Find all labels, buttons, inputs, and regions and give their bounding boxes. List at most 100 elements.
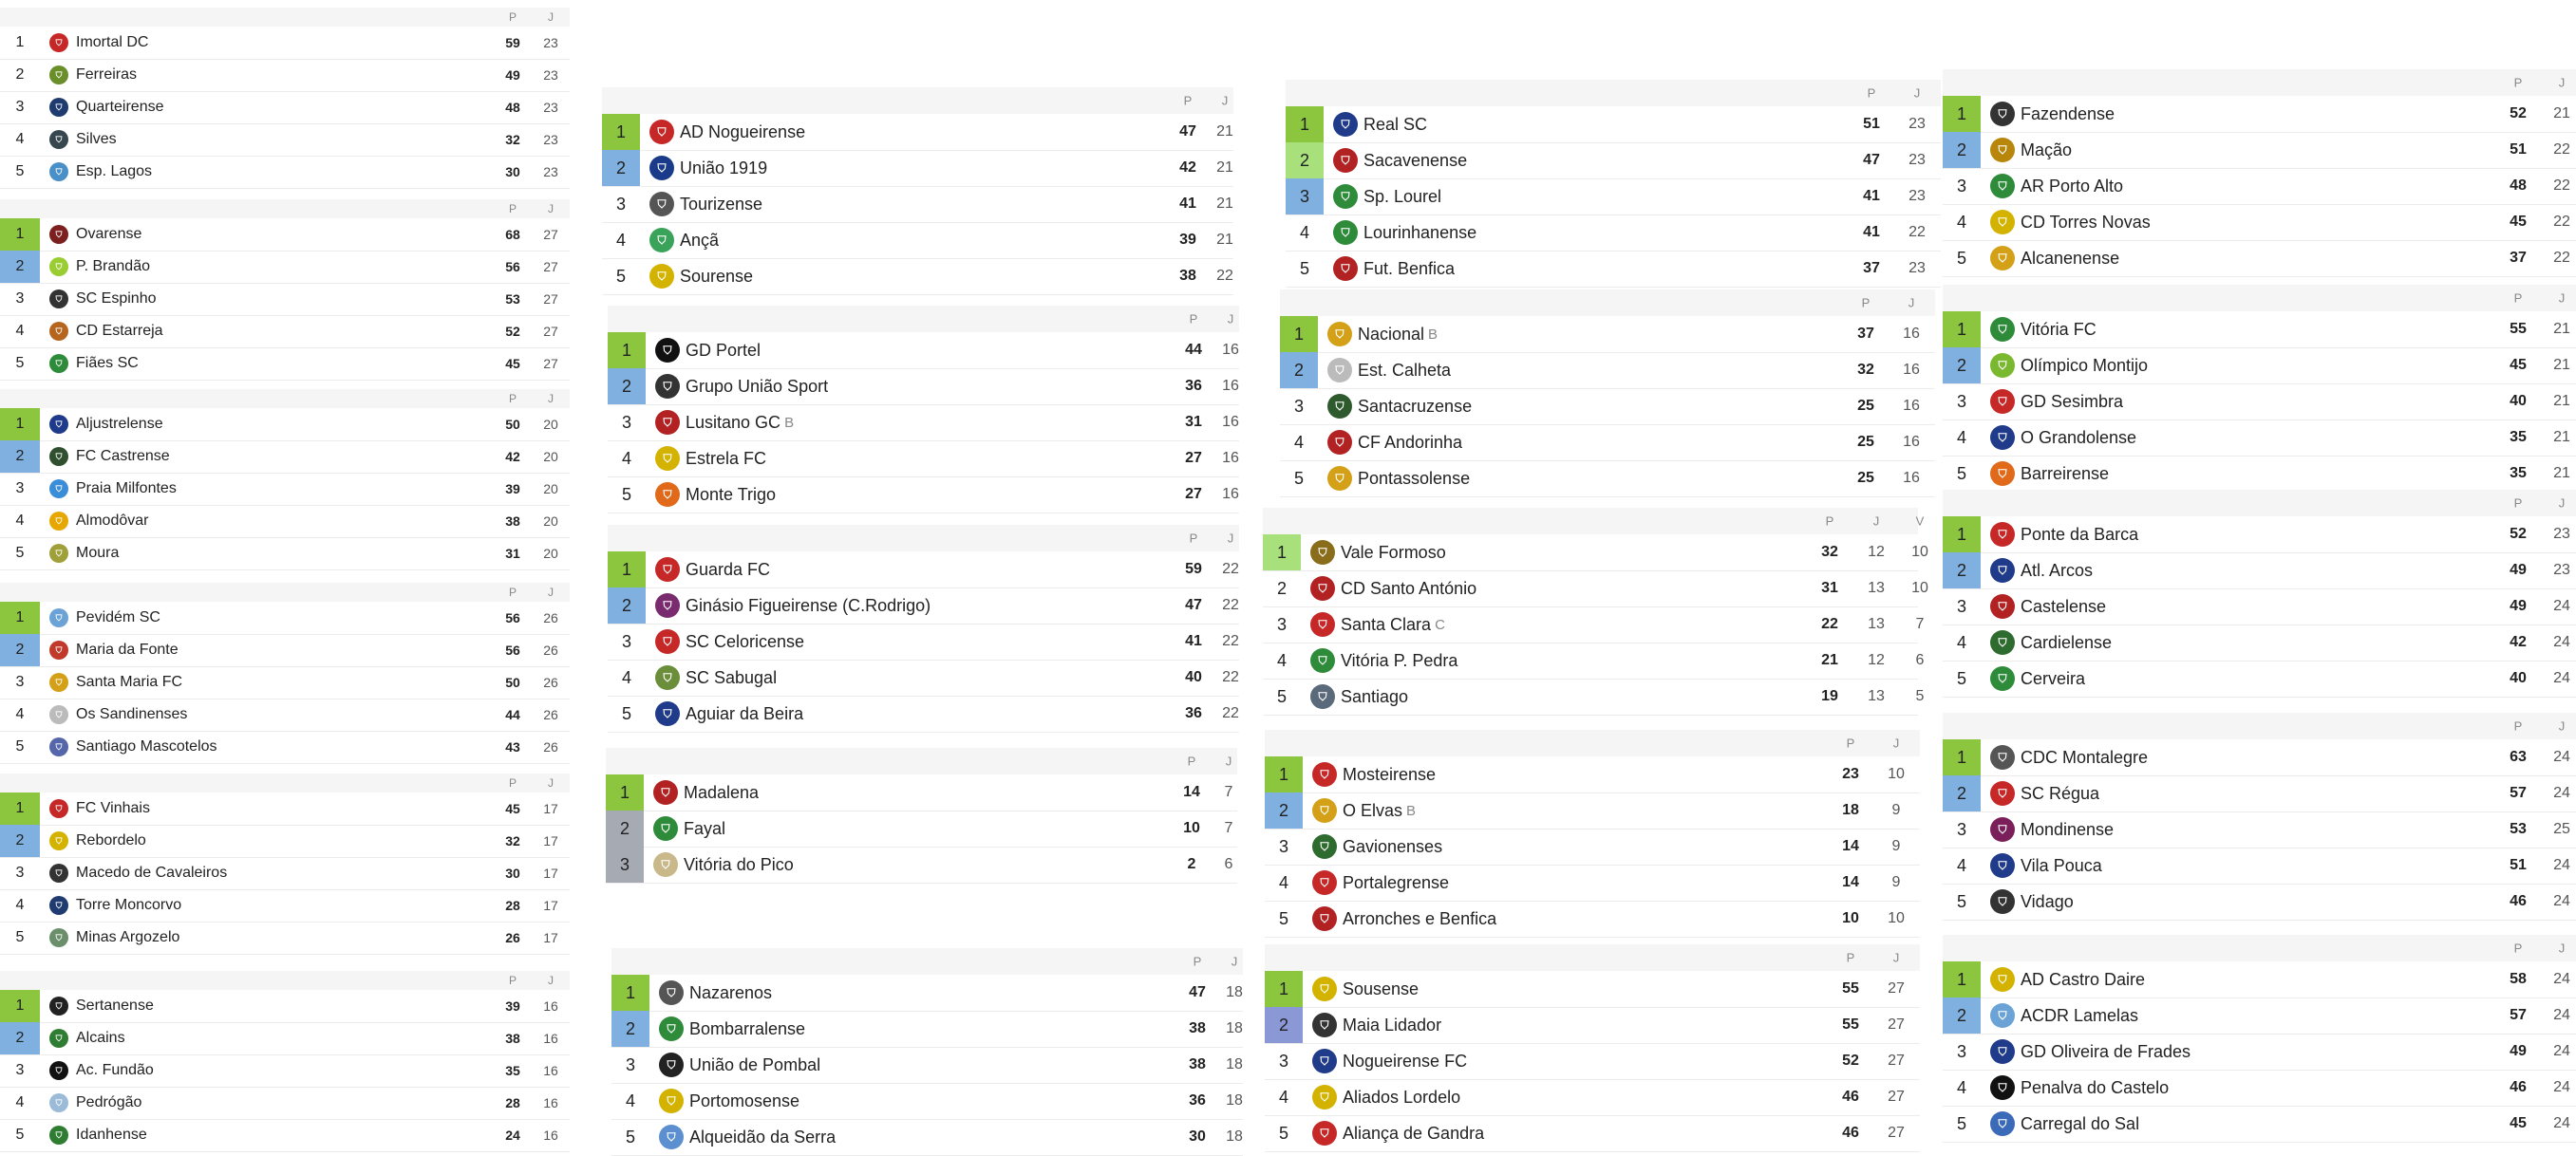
table-row[interactable]: 5 ⛉ Barreirense 35 21 [1943,456,2576,493]
table-row[interactable]: 2 ⛉ Est. Calheta 32 16 [1280,352,1935,389]
table-row[interactable]: 3 ⛉ SC Celoricense 41 22 [608,624,1239,661]
table-row[interactable]: 5 ⛉ Alcanenense 37 22 [1943,240,2576,277]
team-name[interactable]: Vitória P. Pedra [1341,643,1457,679]
team-name[interactable]: Fayal [684,811,725,847]
team-name[interactable]: Real SC [1363,106,1427,142]
team-name[interactable]: AR Porto Alto [2021,168,2123,204]
table-row[interactable]: 3 ⛉ Santa Clara C 22 13 7 [1263,606,1924,643]
team-name[interactable]: Cardielense [2021,625,2112,661]
team-name[interactable]: Fiães SC [76,347,139,380]
team-name[interactable]: Pontassolense [1358,460,1470,496]
table-row[interactable]: 4 ⛉ Silves 32 23 [0,123,570,157]
team-name[interactable]: Esp. Lagos [76,156,152,188]
team-name[interactable]: Tourizense [680,186,762,222]
team-name[interactable]: Vitória FC [2021,311,2097,347]
team-name[interactable]: Ginásio Figueirense (C.Rodrigo) [686,587,931,624]
table-row[interactable]: 3 ⛉ Santacruzense 25 16 [1280,388,1935,425]
team-name[interactable]: Quarteirense [76,91,164,123]
team-name[interactable]: Vale Formoso [1341,534,1446,570]
table-row[interactable]: 4 ⛉ Ançã 39 21 [602,222,1233,259]
table-row[interactable]: 2 ⛉ Grupo União Sport 36 16 [608,368,1239,405]
team-name[interactable]: Nazarenos [689,975,772,1011]
table-row[interactable]: 1 ⛉ AD Nogueirense 47 21 [602,114,1233,151]
table-row[interactable]: 3 ⛉ Lusitano GC B 31 16 [608,404,1239,441]
table-row[interactable]: 5 ⛉ Fiães SC 45 27 [0,347,570,381]
table-row[interactable]: 3 ⛉ Tourizense 41 21 [602,186,1233,223]
table-row[interactable]: 3 ⛉ GD Oliveira de Frades 49 24 [1943,1034,2576,1071]
team-name[interactable]: Alqueidão da Serra [689,1119,836,1155]
table-row[interactable]: 1 ⛉ Mosteirense 23 10 [1265,756,1920,793]
team-name[interactable]: Vitória do Pico [684,847,794,883]
table-row[interactable]: 2 ⛉ Atl. Arcos 49 23 [1943,552,2576,589]
team-name[interactable]: Santa Maria FC [76,666,182,699]
table-row[interactable]: 4 ⛉ Lourinhanense 41 22 [1286,214,1941,252]
table-row[interactable]: 3 ⛉ Ac. Fundão 35 16 [0,1054,570,1088]
table-row[interactable]: 1 ⛉ Vitória FC 55 21 [1943,311,2576,348]
table-row[interactable]: 3 ⛉ Mondinense 53 25 [1943,811,2576,848]
team-name[interactable]: Imortal DC [76,27,148,59]
team-name[interactable]: Lusitano GC B [686,404,794,440]
table-row[interactable]: 1 ⛉ Ovarense 68 27 [0,218,570,252]
table-row[interactable]: 2 ⛉ Ferreiras 49 23 [0,59,570,92]
team-name[interactable]: Olímpico Montijo [2021,347,2148,383]
table-row[interactable]: 5 ⛉ Esp. Lagos 30 23 [0,156,570,189]
table-row[interactable]: 5 ⛉ Aliança de Gandra 46 27 [1265,1115,1920,1152]
table-row[interactable]: 4 ⛉ Portomosense 36 18 [611,1083,1243,1120]
team-name[interactable]: Fazendense [2021,96,2115,132]
table-row[interactable]: 3 ⛉ Sp. Lourel 41 23 [1286,178,1941,215]
team-name[interactable]: ACDR Lamelas [2021,998,2138,1034]
team-name[interactable]: Portalegrense [1343,865,1449,901]
team-name[interactable]: Monte Trigo [686,476,776,513]
team-name[interactable]: AD Castro Daire [2021,961,2145,998]
table-row[interactable]: 5 ⛉ Vidago 46 24 [1943,884,2576,921]
table-row[interactable]: 1 ⛉ Nazarenos 47 18 [611,975,1243,1012]
team-name[interactable]: Alcains [76,1022,125,1054]
team-name[interactable]: Fut. Benfica [1363,251,1455,287]
team-name[interactable]: GD Oliveira de Frades [2021,1034,2191,1070]
team-name[interactable]: P. Brandão [76,251,150,283]
team-name[interactable]: Penalva do Castelo [2021,1070,2169,1106]
table-row[interactable]: 4 ⛉ Vitória P. Pedra 21 12 6 [1263,643,1924,680]
team-name[interactable]: Santacruzense [1358,388,1472,424]
team-name[interactable]: SC Régua [2021,775,2099,811]
table-row[interactable]: 1 ⛉ Aljustrelense 50 20 [0,408,570,441]
team-name[interactable]: Ponte da Barca [2021,516,2138,552]
table-row[interactable]: 2 ⛉ SC Régua 57 24 [1943,775,2576,812]
team-name[interactable]: Santa Clara C [1341,606,1445,643]
team-name[interactable]: Macedo de Cavaleiros [76,857,227,889]
team-name[interactable]: SC Espinho [76,283,157,315]
team-name[interactable]: Ferreiras [76,59,137,91]
table-row[interactable]: 4 ⛉ Torre Moncorvo 28 17 [0,889,570,923]
table-row[interactable]: 4 ⛉ Os Sandinenses 44 26 [0,699,570,732]
table-row[interactable]: 1 ⛉ Sertanense 39 16 [0,990,570,1023]
team-name[interactable]: SC Sabugal [686,660,777,696]
table-row[interactable]: 3 ⛉ Gavionenses 14 9 [1265,829,1920,866]
team-name[interactable]: Os Sandinenses [76,699,187,731]
table-row[interactable]: 3 ⛉ SC Espinho 53 27 [0,283,570,316]
team-name[interactable]: Portomosense [689,1083,799,1119]
team-name[interactable]: Minas Argozelo [76,922,179,954]
table-row[interactable]: 5 ⛉ Aguiar da Beira 36 22 [608,696,1239,733]
team-name[interactable]: AD Nogueirense [680,114,805,150]
table-row[interactable]: 5 ⛉ Moura 31 20 [0,537,570,570]
team-name[interactable]: Sourense [680,258,753,294]
table-row[interactable]: 3 ⛉ Quarteirense 48 23 [0,91,570,124]
table-row[interactable]: 2 ⛉ ACDR Lamelas 57 24 [1943,998,2576,1035]
team-name[interactable]: Mondinense [2021,811,2114,848]
table-row[interactable]: 3 ⛉ Vitória do Pico 2 6 [606,847,1237,884]
table-row[interactable]: 4 ⛉ CD Estarreja 52 27 [0,315,570,348]
team-name[interactable]: União de Pombal [689,1047,820,1083]
table-row[interactable]: 4 ⛉ Aliados Lordelo 46 27 [1265,1079,1920,1116]
table-row[interactable]: 4 ⛉ CD Torres Novas 45 22 [1943,204,2576,241]
team-name[interactable]: Aliados Lordelo [1343,1079,1460,1115]
table-row[interactable]: 3 ⛉ União de Pombal 38 18 [611,1047,1243,1084]
table-row[interactable]: 5 ⛉ Carregal do Sal 45 24 [1943,1106,2576,1143]
table-row[interactable]: 2 ⛉ FC Castrense 42 20 [0,440,570,474]
team-name[interactable]: Atl. Arcos [2021,552,2093,588]
team-name[interactable]: CD Estarreja [76,315,163,347]
table-row[interactable]: 1 ⛉ AD Castro Daire 58 24 [1943,961,2576,998]
team-name[interactable]: FC Vinhais [76,792,150,825]
table-row[interactable]: 4 ⛉ Vila Pouca 51 24 [1943,848,2576,885]
table-row[interactable]: 1 ⛉ Imortal DC 59 23 [0,27,570,60]
team-name[interactable]: Moura [76,537,119,569]
